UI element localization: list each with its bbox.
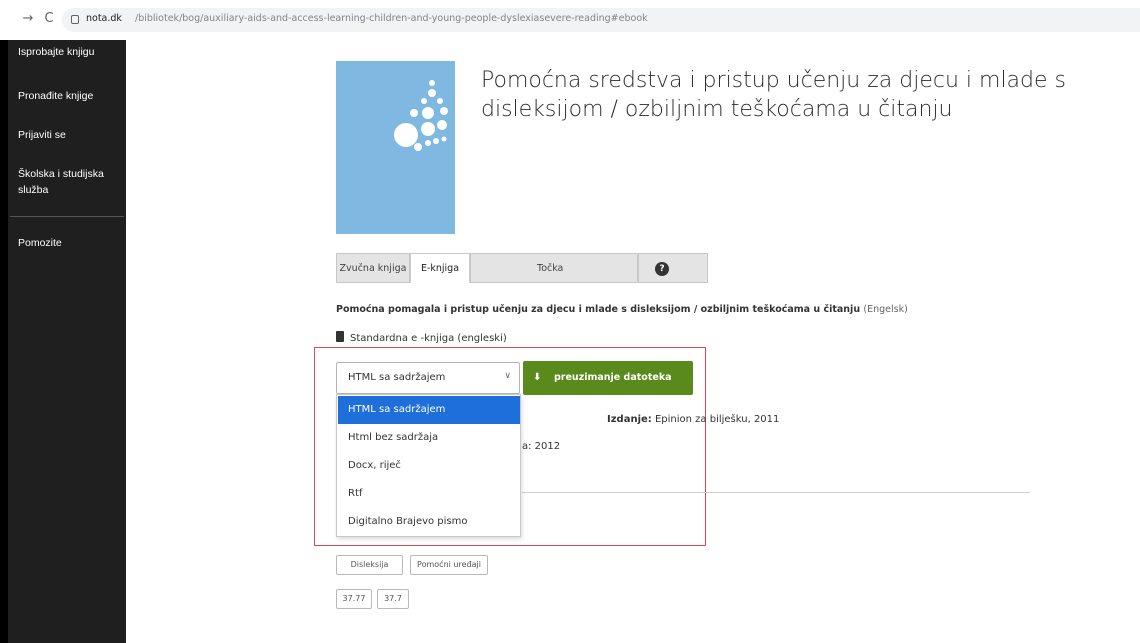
publication-year: a: 2012 (522, 441, 561, 452)
file-format-selected-value: HTML sa sadržajem (348, 372, 446, 383)
tag-assistive-devices[interactable]: Pomoćni uređaji (410, 555, 488, 575)
sidebar-item-school-service[interactable]: Školska i studijska služba (18, 166, 122, 198)
option-docx[interactable]: Docx, riječ (338, 452, 520, 480)
book-cover (336, 61, 455, 234)
edition-format-label: Standardna e -knjiga (engleski) (350, 333, 507, 344)
tab-help[interactable]: ? (638, 253, 708, 283)
sidebar-edge (0, 40, 8, 643)
help-icon[interactable]: ? (655, 262, 669, 276)
book-title: Pomoćna sredstva i pristup učenju za dje… (481, 68, 1066, 122)
forward-arrow-icon[interactable]: → (20, 11, 36, 27)
chevron-down-icon: ∨ (504, 371, 511, 381)
sidebar-item-login[interactable]: Prijaviti se (18, 127, 66, 143)
browser-toolbar: → C nota.dk /bibliotek/bog/auxiliary-aid… (0, 0, 1140, 40)
publication-value: Epinion za bilješku, 2011 (654, 414, 780, 425)
sidebar-item-find-books[interactable]: Pronađite knjige (18, 88, 93, 104)
tab-braille[interactable]: Točka (470, 253, 638, 283)
url-domain: nota.dk (86, 13, 122, 24)
edition-format: Standardna e -knjiga (engleski) (336, 331, 507, 344)
sidebar-item-help[interactable]: Pomozite (18, 235, 62, 251)
tag-class-37-7[interactable]: 37.7 (377, 589, 409, 609)
ebook-device-icon (336, 331, 344, 342)
url-path: /bibliotek/bog/auxiliary-aids-and-access… (135, 13, 648, 24)
sidebar-item-try-book[interactable]: Isprobajte knjigu (18, 44, 94, 60)
nota-logo-icon (394, 80, 448, 151)
publication-label: Izdanje: (607, 414, 652, 425)
edition-title: Pomoćna pomagala i pristup učenju za dje… (336, 304, 908, 315)
option-rtf[interactable]: Rtf (338, 480, 520, 508)
tag-dyslexia[interactable]: Disleksija (336, 555, 403, 575)
edition-title-text: Pomoćna pomagala i pristup učenju za dje… (336, 304, 861, 315)
lock-icon (71, 15, 79, 24)
file-format-dropdown: HTML sa sadržajem Html bez sadržaja Docx… (336, 394, 521, 537)
option-html-without-content[interactable]: Html bez sadržaja (338, 424, 520, 452)
tag-class-37-77[interactable]: 37.77 (336, 589, 372, 609)
tab-ebook[interactable]: E-knjiga (410, 253, 470, 283)
section-divider (522, 492, 1030, 493)
download-button-label: preuzimanje datoteka (554, 372, 672, 383)
download-button[interactable]: ⬇ preuzimanje datoteka (523, 361, 693, 395)
edition-language: (Engelsk) (863, 304, 908, 315)
file-format-select[interactable]: HTML sa sadržajem ∨ (336, 362, 520, 394)
address-bar[interactable]: nota.dk /bibliotek/bog/auxiliary-aids-an… (62, 8, 1140, 32)
sidebar-divider (10, 216, 124, 217)
reload-icon[interactable]: C (41, 11, 57, 27)
option-html-with-content[interactable]: HTML sa sadržajem (338, 396, 520, 424)
publication-info: Izdanje: Epinion za bilješku, 2011 (607, 414, 779, 425)
tab-audiobook[interactable]: Zvučna knjiga (336, 253, 410, 283)
option-digital-braille[interactable]: Digitalno Brajevo pismo (338, 508, 520, 536)
download-arrow-icon: ⬇ (533, 372, 542, 383)
